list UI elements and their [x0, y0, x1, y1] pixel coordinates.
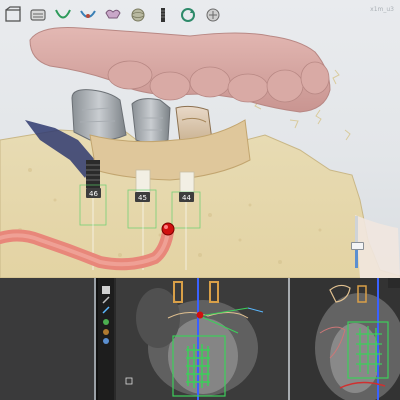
implant-label-44[interactable]: 44: [179, 192, 194, 202]
implant-label-46[interactable]: 46: [86, 188, 101, 198]
ct-panel-left[interactable]: [0, 278, 96, 400]
tooth-crown-icon: [104, 9, 121, 19]
top-toolbar: [0, 0, 225, 30]
window-title-text: x1m_u3: [370, 6, 394, 13]
arch-outline-icon: [54, 9, 71, 19]
dental-planning-app: 46 45 44 x1m_u3: [0, 0, 400, 400]
arch-jaw-icon: [29, 9, 46, 21]
toolbar-button-tooth-crown[interactable]: [100, 1, 125, 29]
toolbar-button-view-settings[interactable]: [200, 1, 225, 29]
toolbar-button-arch-outline[interactable]: [50, 1, 75, 29]
toolbar-button-single-implant[interactable]: [150, 1, 175, 29]
implant-label-text: 44: [182, 194, 191, 202]
view-settings-icon: [206, 8, 219, 22]
red-marker-sphere[interactable]: [161, 222, 175, 236]
ct-views-area: [0, 278, 400, 400]
toolbar-button-implant-arch[interactable]: [75, 1, 100, 29]
axial-section-image: [290, 278, 400, 400]
implant-label-text: 46: [89, 190, 98, 198]
ct-panel-axial[interactable]: [290, 278, 400, 400]
cross-section-image: [98, 278, 288, 400]
implant-label-45[interactable]: 45: [135, 192, 150, 202]
toolbar-button-sphere[interactable]: [125, 1, 150, 29]
tool-icon[interactable]: [102, 286, 110, 294]
color-tool-icon[interactable]: [103, 338, 109, 344]
rotate-view-icon: [180, 8, 195, 22]
toolbar-button-cube-box[interactable]: [0, 1, 25, 29]
ct-panel-cross-section[interactable]: [98, 278, 288, 400]
implant-label-text: 45: [138, 194, 147, 202]
cross-section-marker[interactable]: [196, 311, 204, 319]
implant-arch-icon: [79, 10, 96, 18]
sphere-globe-icon: [131, 8, 144, 22]
3d-viewport[interactable]: 46 45 44 x1m_u3: [0, 0, 400, 278]
circle-tool-icon[interactable]: [103, 319, 109, 325]
single-implant-icon: [160, 8, 165, 22]
opacity-slider-handle[interactable]: [351, 241, 364, 250]
3d-scene[interactable]: 46 45 44: [0, 0, 400, 278]
panel-divider[interactable]: [288, 278, 290, 400]
marker-highlight: [164, 225, 168, 229]
toolbar-button-rotate-view[interactable]: [175, 1, 200, 29]
cube-box-icon: [4, 6, 21, 22]
toolbar-button-arch-jaw[interactable]: [25, 1, 50, 29]
point-tool-icon[interactable]: [103, 329, 109, 335]
